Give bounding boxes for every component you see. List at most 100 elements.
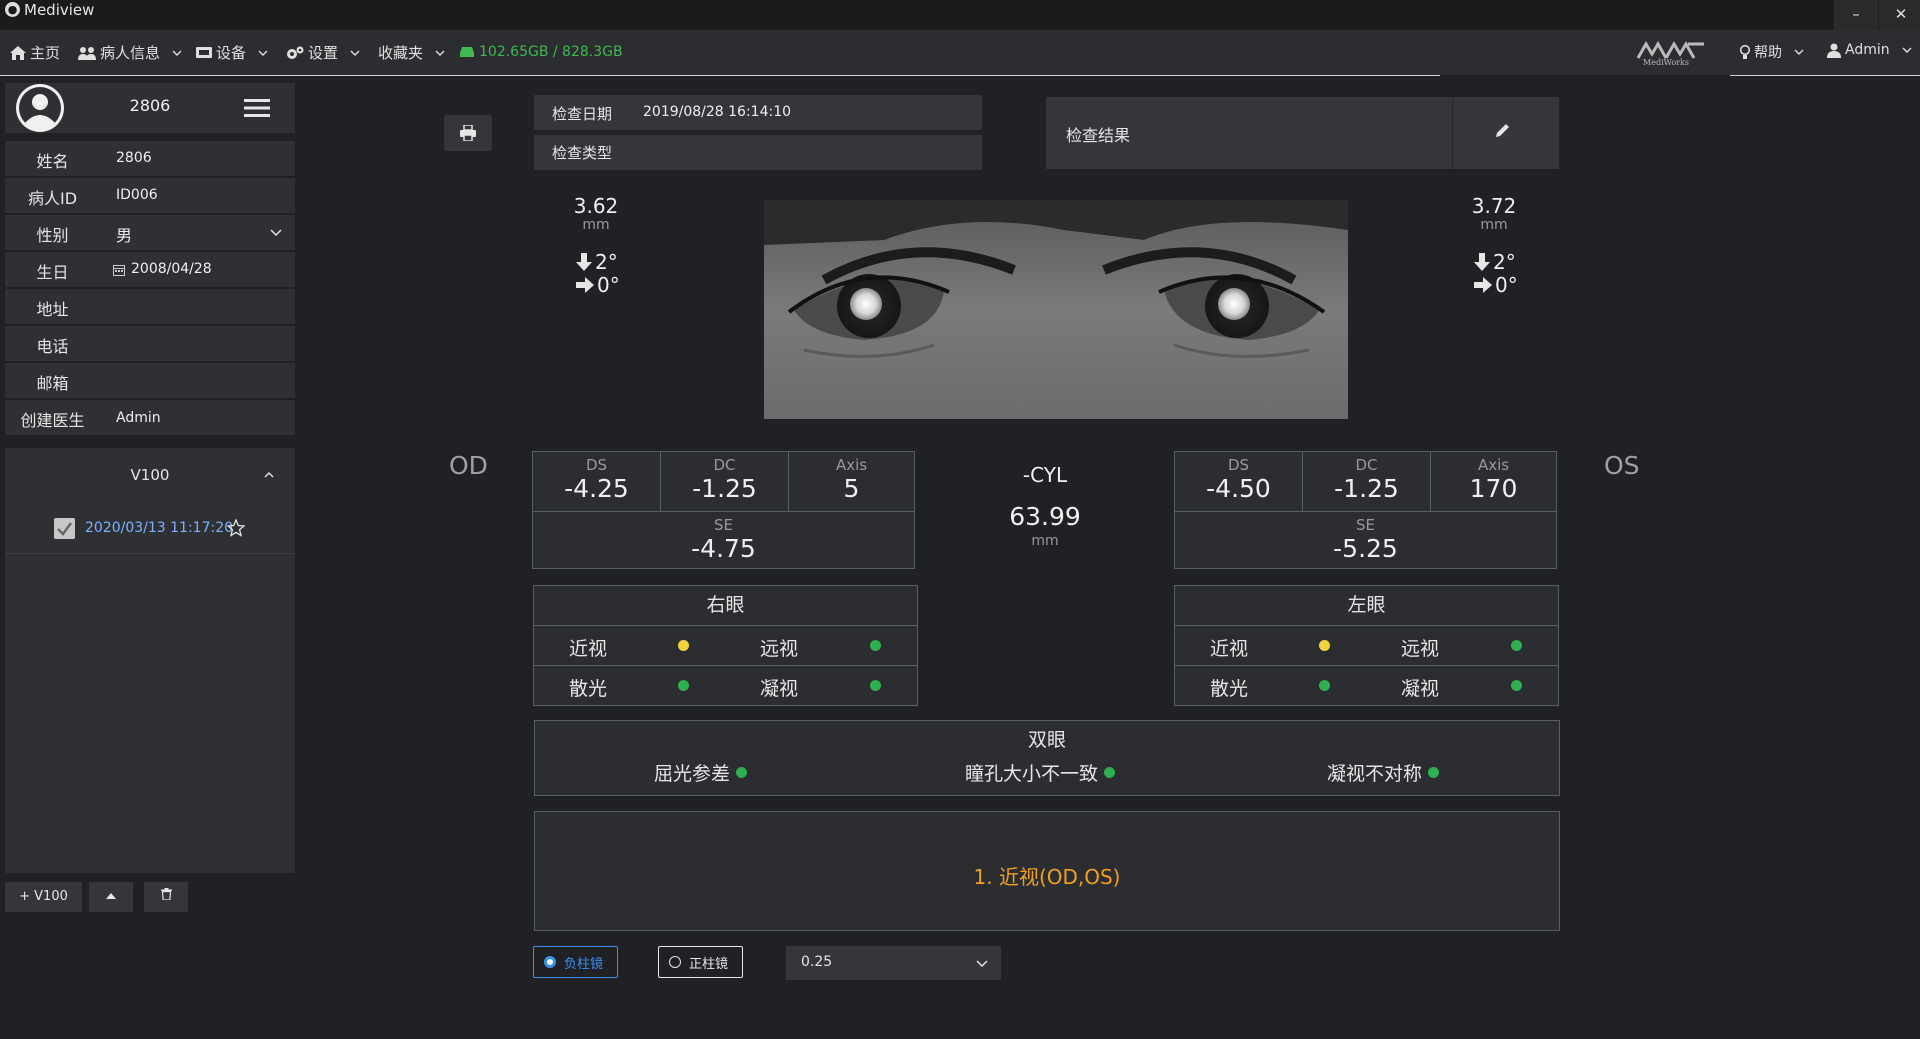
os-refraction-table: DS -4.50 DC -1.25 Axis 170 SE -5.25	[1174, 451, 1557, 569]
os-condition-astigmatism: 散光	[1210, 678, 1249, 700]
anisometropia-item: 屈光参差	[654, 759, 748, 786]
hamburger-menu-icon[interactable]	[244, 98, 270, 118]
menu-help[interactable]: 帮助	[1740, 42, 1804, 62]
os-axis-label: Axis	[1477, 456, 1510, 474]
trash-icon	[160, 888, 172, 901]
od-pupil-size: 3.62	[573, 194, 619, 218]
field-patient-id-label: 病人ID	[27, 189, 78, 208]
pencil-icon[interactable]	[1493, 122, 1511, 140]
both-eyes-title: 双眼	[1027, 729, 1066, 751]
os-conditions-row: 近视 远视	[1175, 626, 1558, 666]
field-birthday-value: 2008/04/28	[131, 261, 212, 277]
menu-home[interactable]: 主页	[10, 42, 60, 63]
menu-divider	[1730, 75, 1920, 76]
anisocoria-status-dot	[1104, 767, 1116, 778]
collapse-button[interactable]	[89, 882, 133, 912]
os-pupil-unit: mm	[1480, 217, 1508, 233]
os-condition-gaze: 凝视	[1401, 678, 1440, 700]
field-gender-label: 性别	[36, 226, 69, 245]
od-se-label: SE	[714, 516, 733, 534]
visit-date[interactable]: 2020/03/13 11:17:20	[85, 520, 233, 536]
os-axis-cell: Axis 170	[1431, 452, 1556, 512]
od-ds-value: -4.25	[564, 474, 629, 503]
field-name-value: 2806	[116, 150, 152, 166]
od-angle-horizontal-value: 0°	[597, 273, 620, 297]
checkbox-checked-icon[interactable]	[54, 518, 75, 539]
od-label: OD	[449, 451, 488, 480]
chevron-down-icon	[350, 50, 360, 56]
od-gaze-status-dot	[870, 680, 881, 691]
field-patient-id-value: ID006	[116, 187, 158, 203]
minimize-button[interactable]: –	[1834, 0, 1878, 30]
anisocoria-label: 瞳孔大小不一致	[965, 763, 1099, 785]
od-gaze-vertical: 2°	[576, 250, 618, 274]
avatar-icon[interactable]	[16, 84, 64, 132]
menu-settings-label: 设置	[308, 44, 339, 62]
menu-divider	[0, 75, 1440, 76]
od-myopia-status-dot	[678, 640, 689, 651]
print-icon	[460, 125, 476, 141]
anisometropia-status-dot	[736, 767, 748, 778]
os-angle-horizontal-value: 0°	[1495, 273, 1518, 297]
od-refraction-table: DS -4.25 DC -1.25 Axis 5 SE -4.75	[532, 451, 915, 569]
menu-help-label: 帮助	[1754, 45, 1782, 61]
os-astigmatism-status-dot	[1319, 680, 1330, 691]
menu-favorites[interactable]: 收藏夹	[378, 42, 445, 63]
hard-drive-icon	[460, 47, 474, 57]
menu-device[interactable]: 设备	[196, 42, 268, 63]
chevron-down-icon[interactable]	[270, 228, 282, 238]
os-condition-hyperopia: 远视	[1401, 638, 1440, 660]
field-address-label: 地址	[36, 300, 69, 319]
menu-patient-info-label: 病人信息	[100, 44, 161, 62]
field-name-label: 姓名	[36, 152, 69, 171]
step-select[interactable]: 0.25	[786, 946, 1001, 980]
visit-device-title[interactable]: V100	[5, 466, 295, 484]
os-condition-myopia: 近视	[1210, 638, 1249, 660]
chevron-down-icon	[172, 50, 182, 56]
od-se-cell: SE -4.75	[533, 512, 914, 568]
od-conditions-title: 右眼	[534, 586, 917, 626]
gaze-asymmetry-item: 凝视不对称	[1327, 759, 1440, 786]
os-gaze-vertical: 2°	[1474, 250, 1516, 274]
od-condition-hyperopia: 远视	[760, 638, 799, 660]
window-title: Mediview	[24, 1, 95, 19]
os-angle-vertical-value: 2°	[1493, 250, 1516, 274]
positive-cyl-radio[interactable]: 正柱镜	[658, 946, 743, 978]
star-icon[interactable]	[227, 519, 245, 537]
anisocoria-item: 瞳孔大小不一致	[965, 759, 1116, 786]
negative-cyl-label: 负柱镜	[564, 956, 604, 972]
pupil-distance-value: 63.99	[1009, 502, 1081, 531]
od-gaze-horizontal: 0°	[576, 273, 620, 297]
radio-selected-icon	[544, 956, 556, 968]
os-conditions-table: 左眼 近视 远视 散光 凝视	[1174, 585, 1559, 706]
od-axis-cell: Axis 5	[789, 452, 914, 512]
od-angle-vertical-value: 2°	[595, 250, 618, 274]
menu-user[interactable]: Admin	[1827, 42, 1912, 58]
delete-button[interactable]	[144, 882, 188, 912]
menu-patient-info[interactable]: 病人信息	[78, 42, 182, 63]
menu-settings[interactable]: 设置	[286, 42, 360, 63]
field-phone-label: 电话	[36, 337, 69, 356]
od-pupil-unit: mm	[582, 217, 610, 233]
negative-cyl-radio[interactable]: 负柱镜	[533, 946, 618, 978]
users-icon	[78, 46, 96, 60]
app-logo-icon: ●	[5, 2, 20, 17]
os-dc-value: -1.25	[1334, 474, 1399, 503]
add-visit-button[interactable]: + V100	[5, 882, 82, 912]
pupil-distance-unit: mm	[1031, 533, 1059, 549]
print-button[interactable]	[444, 115, 492, 151]
anisometropia-label: 屈光参差	[654, 763, 731, 785]
os-ds-value: -4.50	[1206, 474, 1271, 503]
calendar-icon	[113, 265, 125, 276]
od-conditions-row: 散光 凝视	[534, 666, 917, 706]
chevron-up-icon[interactable]	[263, 470, 275, 480]
field-gender-value: 男	[116, 226, 133, 245]
visit-divider	[5, 553, 295, 554]
positive-cyl-label: 正柱镜	[689, 956, 729, 972]
os-axis-value: 170	[1469, 474, 1518, 503]
os-se-label: SE	[1356, 516, 1375, 534]
close-button[interactable]: ✕	[1879, 0, 1920, 30]
os-gaze-horizontal: 0°	[1474, 273, 1518, 297]
os-dc-label: DC	[1355, 456, 1378, 474]
chevron-down-icon	[1794, 49, 1804, 55]
